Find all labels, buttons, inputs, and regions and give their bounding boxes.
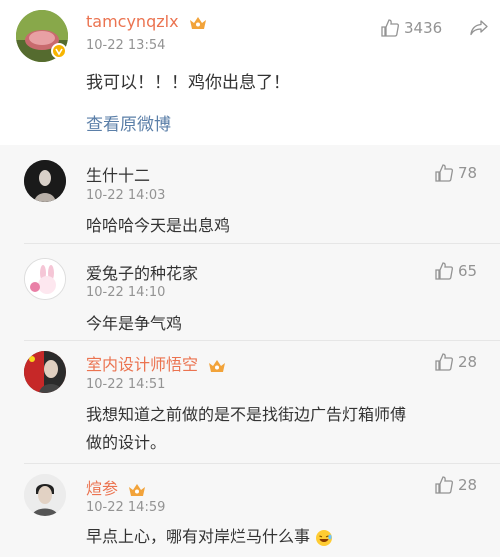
vip-crown-icon (207, 357, 227, 375)
share-icon[interactable] (469, 19, 489, 41)
reply-avatar[interactable] (24, 474, 66, 516)
main-like-button[interactable]: 3436 (380, 18, 442, 38)
reply-item: 生什十二 10-22 14:03 78 哈哈哈今天是出息鸡 (0, 145, 500, 241)
main-comment-text: 我可以！！！鸡你出息了！ (86, 73, 290, 93)
reply-avatar[interactable] (24, 160, 66, 202)
main-like-count: 3436 (404, 19, 443, 37)
reply-timestamp: 10-22 14:51 (86, 377, 166, 392)
reply-item: 煊参 10-22 14:59 28 早点上心，哪有对岸烂马什么事 (0, 465, 500, 557)
main-username[interactable]: tamcynqzlx (86, 12, 208, 32)
reply-like-button[interactable]: 28 (434, 352, 477, 372)
reply-text: 哈哈哈今天是出息鸡 (86, 216, 231, 235)
reply-like-button[interactable]: 65 (434, 261, 477, 281)
divider (24, 243, 500, 244)
thumbs-up-icon (380, 18, 400, 38)
reply-timestamp: 10-22 14:03 (86, 188, 166, 203)
reply-like-count: 28 (458, 476, 478, 494)
reply-username[interactable]: 室内设计师悟空 (86, 351, 227, 375)
thumbs-up-icon (434, 475, 454, 495)
reply-text-line2: 做的设计。 (86, 433, 167, 452)
reply-username[interactable]: 煊参 (86, 475, 147, 499)
thumbs-up-icon (434, 352, 454, 372)
reply-username[interactable]: 生什十二 (86, 162, 150, 186)
reply-like-count: 28 (458, 353, 478, 371)
laughing-emoji-icon (315, 529, 333, 547)
verified-badge-icon (51, 43, 67, 59)
divider (24, 340, 500, 341)
main-timestamp: 10-22 13:54 (86, 38, 166, 53)
reply-text: 早点上心，哪有对岸烂马什么事 (86, 523, 333, 547)
main-comment: tamcynqzlx 10-22 13:54 3436 我可以！！！鸡你出息了！… (0, 0, 500, 145)
reply-timestamp: 10-22 14:59 (86, 500, 166, 515)
vip-crown-icon (188, 14, 208, 32)
reply-like-button[interactable]: 78 (434, 163, 477, 183)
reply-item: 爱兔子的种花家 10-22 14:10 65 今年是争气鸡 (0, 245, 500, 341)
reply-avatar[interactable] (24, 258, 66, 300)
thumbs-up-icon (434, 163, 454, 183)
reply-like-button[interactable]: 28 (434, 475, 477, 495)
replies-list: 生什十二 10-22 14:03 78 哈哈哈今天是出息鸡 爱兔子的种花家 10… (0, 145, 500, 557)
reply-item: 室内设计师悟空 10-22 14:51 28 我想知道之前做的是不是找街边广告灯… (0, 342, 500, 462)
divider (24, 463, 500, 464)
view-original-link[interactable]: 查看原微博 (86, 110, 171, 135)
vip-crown-icon (127, 481, 147, 499)
reply-avatar[interactable] (24, 351, 66, 393)
reply-username[interactable]: 爱兔子的种花家 (86, 260, 198, 284)
reply-timestamp: 10-22 14:10 (86, 285, 166, 300)
thumbs-up-icon (434, 261, 454, 281)
reply-text: 今年是争气鸡 (86, 314, 183, 333)
reply-like-count: 78 (458, 164, 478, 182)
reply-text-line1: 我想知道之前做的是不是找街边广告灯箱师傅 (86, 405, 407, 424)
reply-like-count: 65 (458, 262, 478, 280)
